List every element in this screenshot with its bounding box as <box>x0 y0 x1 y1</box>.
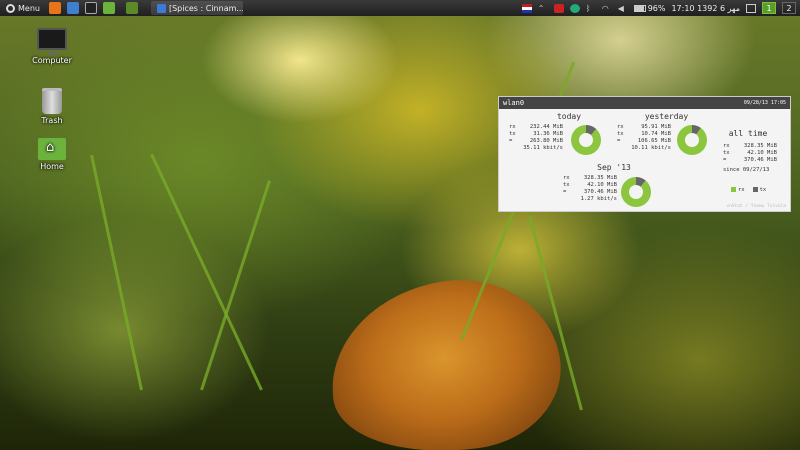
top-panel: Menu [Spices : Cinnam... ⌃ ᛒ ◠ ◀ 96% 17:… <box>0 0 800 16</box>
month-stats: rx 328.35 MiB tx 42.10 MiB = 370.46 MiB 1.2… <box>563 175 617 202</box>
today-rate: 35.11 kbit/s <box>523 145 563 151</box>
browser-window-icon <box>156 3 166 13</box>
alltime-tx: 42.10 MiB <box>747 150 777 156</box>
volume-icon[interactable]: ◀ <box>618 4 628 13</box>
firefox-launcher-icon[interactable] <box>48 2 61 14</box>
battery-status[interactable]: 96% <box>633 3 666 13</box>
legend: rx tx <box>731 187 766 193</box>
show-desktop-icon[interactable] <box>125 2 138 14</box>
yesterday-rate: 10.11 kbit/s <box>631 145 671 151</box>
home-folder-icon <box>38 138 66 160</box>
desktop-icon-computer[interactable]: Computer <box>22 28 82 65</box>
workspace-1[interactable]: 1 <box>762 2 776 14</box>
browser-launcher-icon[interactable] <box>66 2 79 14</box>
terminal-launcher-icon[interactable] <box>84 2 97 14</box>
legend-tx-swatch <box>752 187 758 192</box>
keyboard-layout-flag-icon[interactable] <box>521 3 532 13</box>
bluetooth-icon[interactable]: ᛒ <box>586 4 596 13</box>
workspace-2[interactable]: 2 <box>782 2 796 14</box>
battery-percent: 96% <box>647 3 666 13</box>
legend-rx: rx <box>731 187 745 193</box>
interface-name: wlan0 <box>503 99 525 107</box>
month-total: 370.46 MiB <box>583 189 617 195</box>
today-stats: rx 232.44 MiB tx 31.36 MiB = 263.80 MiB 35.… <box>509 124 563 151</box>
battery-icon <box>633 4 646 12</box>
desktop-icon-label: Trash <box>41 116 63 125</box>
files-launcher-icon[interactable] <box>102 2 115 14</box>
alltime-heading: all time <box>728 129 768 138</box>
desktop-icon-label: Home <box>40 162 64 171</box>
alltime-stats: rx 328.35 MiB tx 42.10 MiB = 370.46 MiB sin… <box>723 143 777 173</box>
alltime-since: since 09/27/13 <box>723 167 770 173</box>
trash-icon <box>42 88 62 114</box>
month-pie-chart <box>621 177 651 207</box>
today-pie-chart <box>571 125 601 155</box>
yesterday-tx: 10.74 MiB <box>641 131 671 137</box>
legend-rx-swatch <box>731 187 736 192</box>
desktop-icon-trash[interactable]: Trash <box>22 88 82 125</box>
taskbar-window-title: [Spices : Cinnam... <box>168 3 243 13</box>
grass-blade <box>90 154 143 391</box>
chevron-up-icon[interactable]: ⌃ <box>538 4 548 13</box>
today-tx: 31.36 MiB <box>533 131 563 137</box>
today-total: 263.80 MiB <box>529 138 563 144</box>
legend-tx: tx <box>752 187 766 193</box>
yesterday-rx: 95.91 MiB <box>641 124 671 130</box>
menu-gear-icon <box>6 3 15 13</box>
clock[interactable]: 17:10 1392 مهر 6 <box>671 4 740 13</box>
menu-label: Menu <box>18 3 40 13</box>
yesterday-total: 106.65 MiB <box>637 138 671 144</box>
update-manager-icon[interactable] <box>569 3 580 13</box>
vnstat-desklet[interactable]: wlan0 09/28/13 17:05 today rx 232.44 MiB … <box>498 96 791 212</box>
yesterday-pie-chart <box>677 125 707 155</box>
taskbar-window-button[interactable]: [Spices : Cinnam... <box>150 1 243 15</box>
system-tray: ⌃ ᛒ ◠ ◀ 96% 17:10 1392 مهر 6 1 2 <box>521 0 800 16</box>
computer-icon <box>37 28 67 55</box>
notifications-icon[interactable] <box>746 3 756 13</box>
yesterday-heading: yesterday <box>644 112 689 121</box>
today-heading: today <box>556 112 582 121</box>
alltime-total: 370.46 MiB <box>743 157 777 163</box>
desklet-titlebar: wlan0 09/28/13 17:05 <box>499 97 790 109</box>
yesterday-stats: rx 95.91 MiB tx 10.74 MiB = 106.65 MiB 10.1… <box>617 124 671 151</box>
alltime-rx: 328.35 MiB <box>743 143 777 149</box>
month-rate: 1.27 kbit/s <box>580 196 617 202</box>
autumn-leaf-background <box>319 266 571 450</box>
today-rx: 232.44 MiB <box>529 124 563 130</box>
month-rx: 328.35 MiB <box>583 175 617 181</box>
menu-button[interactable]: Menu <box>0 0 46 16</box>
wifi-icon[interactable]: ◠ <box>602 4 612 13</box>
adblock-icon[interactable] <box>553 3 564 13</box>
desklet-credit: vnStat / Teemu Toivola <box>726 204 786 209</box>
grass-blade <box>150 153 263 391</box>
month-tx: 42.10 MiB <box>587 182 617 188</box>
desktop-icon-label: Computer <box>32 56 72 65</box>
month-heading: Sep '13 <box>597 163 631 172</box>
desklet-datetime: 09/28/13 17:05 <box>743 100 786 106</box>
desktop-icon-home[interactable]: Home <box>22 138 82 171</box>
